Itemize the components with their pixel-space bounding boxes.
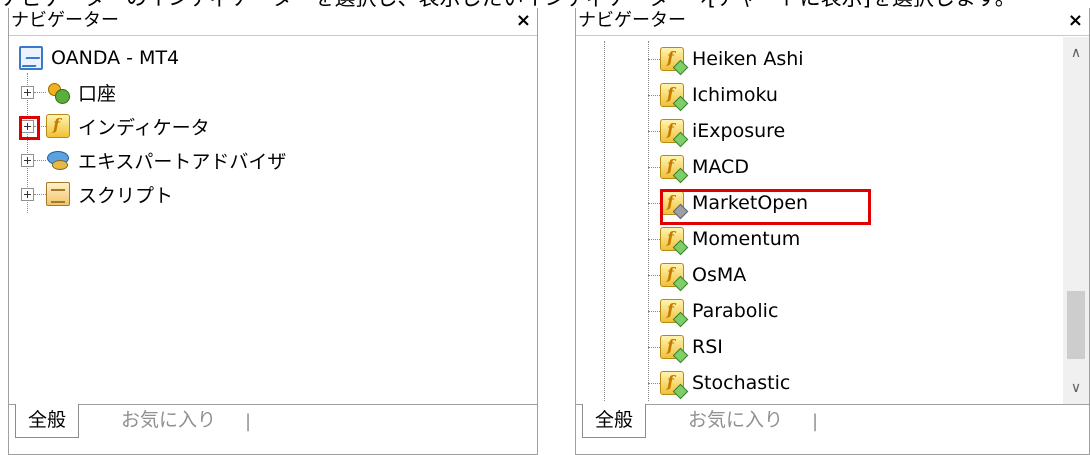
tree-dots — [648, 202, 660, 204]
indicator-icon — [660, 119, 684, 143]
navigator-tabs: 全般 お気に入り | — [576, 404, 1089, 454]
tree-dots — [648, 274, 660, 276]
indicator-item[interactable]: Heiken Ashi — [648, 44, 804, 74]
indicator-icon — [660, 83, 684, 107]
navigator-panel-left: ナビゲーター × OANDA - MT4 口座 インディケータ エキスパートアド… — [8, 8, 538, 455]
tree-connector — [604, 41, 605, 401]
navigator-panel-right: ナビゲーター × Heiken Ashi Ichimoku iExposure … — [575, 8, 1090, 455]
expand-icon[interactable] — [21, 187, 34, 201]
tree-dots — [648, 130, 660, 132]
panel-title: ナビゲーター — [578, 10, 686, 31]
navigator-titlebar: ナビゲーター × — [9, 8, 537, 36]
close-icon[interactable]: × — [516, 10, 531, 32]
indicator-icon — [46, 114, 70, 138]
expert-advisor-icon — [46, 148, 70, 172]
navigator-tree: OANDA - MT4 口座 インディケータ エキスパートアドバイザ スクリプト — [9, 41, 537, 404]
terminal-icon — [19, 46, 43, 70]
tab-general[interactable]: 全般 — [15, 404, 80, 438]
indicator-item[interactable]: RSI — [648, 332, 723, 362]
indicator-icon — [660, 335, 684, 359]
indicator-item[interactable]: Stochastic — [648, 368, 790, 398]
indicator-item[interactable]: Parabolic — [648, 296, 778, 326]
indicator-icon — [660, 155, 684, 179]
tab-separator: | — [812, 411, 819, 432]
tree-item-expert-advisors[interactable]: エキスパートアドバイザ — [21, 145, 286, 175]
indicator-list: Heiken Ashi Ichimoku iExposure MACD Mark… — [576, 41, 1063, 404]
indicator-icon — [660, 47, 684, 71]
script-icon — [46, 182, 70, 206]
close-icon[interactable]: × — [1068, 10, 1083, 32]
highlight-box-expander — [19, 116, 40, 140]
indicator-icon — [660, 299, 684, 323]
panel-title: ナビゲーター — [11, 10, 119, 31]
vertical-scrollbar[interactable]: ∧ ∨ — [1063, 37, 1089, 404]
indicator-icon — [660, 263, 684, 287]
indicator-item[interactable]: MACD — [648, 152, 749, 182]
indicator-item[interactable]: Ichimoku — [648, 80, 778, 110]
tree-dots — [648, 382, 660, 384]
tree-dots — [34, 159, 46, 161]
tree-dots — [648, 58, 660, 60]
tab-general[interactable]: 全般 — [582, 404, 647, 438]
tree-dots — [648, 346, 660, 348]
navigator-titlebar: ナビゲーター × — [576, 8, 1089, 36]
indicator-item[interactable]: OsMA — [648, 260, 746, 290]
highlight-box-marketopen — [660, 189, 871, 225]
navigator-tabs: 全般 お気に入り | — [9, 404, 537, 454]
tree-item-accounts[interactable]: 口座 — [21, 77, 116, 107]
tree-dots — [648, 238, 660, 240]
tree-root[interactable]: OANDA - MT4 — [19, 43, 179, 73]
indicator-item[interactable]: iExposure — [648, 116, 785, 146]
tree-dots — [648, 310, 660, 312]
expand-icon[interactable] — [21, 153, 34, 167]
tree-dots — [648, 94, 660, 96]
scroll-down-icon[interactable]: ∨ — [1063, 376, 1089, 400]
tab-favorites[interactable]: お気に入り — [109, 404, 228, 438]
scroll-up-icon[interactable]: ∧ — [1063, 41, 1089, 65]
indicator-icon — [660, 371, 684, 395]
indicator-icon — [660, 227, 684, 251]
scrollbar-thumb[interactable] — [1067, 291, 1085, 359]
tree-dots — [34, 193, 46, 195]
tab-favorites[interactable]: お気に入り — [676, 404, 795, 438]
tree-dots — [34, 91, 46, 93]
expand-icon[interactable] — [21, 85, 34, 99]
accounts-icon — [46, 80, 70, 104]
tree-item-indicators[interactable]: インディケータ — [21, 111, 210, 141]
tab-separator: | — [245, 411, 252, 432]
indicator-item[interactable]: Momentum — [648, 224, 800, 254]
tree-dots — [648, 166, 660, 168]
tree-item-scripts[interactable]: スクリプト — [21, 179, 173, 209]
